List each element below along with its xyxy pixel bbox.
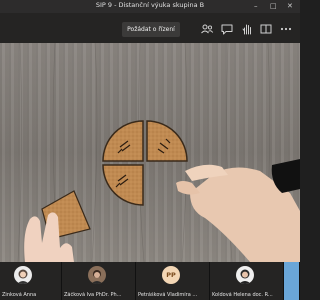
rooms-icon[interactable] [259,22,273,36]
maximize-button[interactable]: □ [270,2,277,10]
participant-tile[interactable]: PP Petrášková Vladimíra ... [136,262,210,300]
raise-hand-icon[interactable] [240,22,254,36]
more-options-icon[interactable] [279,22,293,36]
participant-name: Koldová Helena doc. R... [212,292,273,298]
right-hand [176,159,300,262]
minimize-button[interactable]: – [254,2,258,10]
fraction-circle-pieces [102,120,188,206]
request-control-button[interactable]: Požádat o řízení [122,22,180,37]
avatar [236,266,254,284]
participant-name: Petrášková Vladimíra ... [138,292,198,298]
participant-name: Žáčková Iva PhDr. Ph... [64,292,122,298]
title-bar: SIP 9 - Distanční výuka skupina B – □ ✕ [0,0,300,13]
participants-icon[interactable] [200,22,214,36]
participant-tile-partial[interactable] [284,262,300,300]
avatar-initials: PP [162,266,180,284]
avatar [88,266,106,284]
chat-icon[interactable] [220,22,234,36]
participant-tile[interactable]: Žinková Anna [0,262,62,300]
participant-tile[interactable]: Koldová Helena doc. R... [210,262,284,300]
shared-video [0,43,300,262]
participant-tile[interactable]: Žáčková Iva PhDr. Ph... [62,262,136,300]
close-button[interactable]: ✕ [287,2,293,10]
video-scene [17,43,300,262]
avatar [14,266,32,284]
participant-name: Žinková Anna [2,292,37,298]
